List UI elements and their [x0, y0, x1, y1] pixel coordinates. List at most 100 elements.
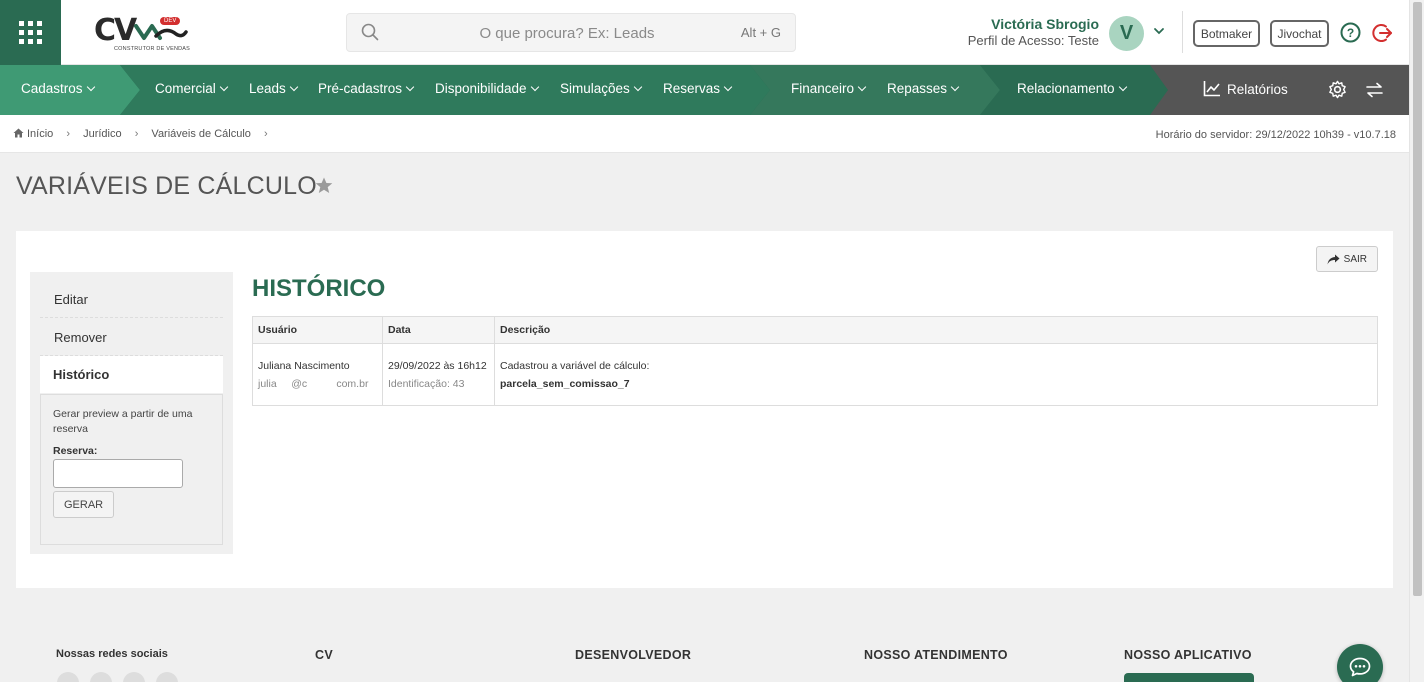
- side-menu: Editar Remover Histórico Gerar preview a…: [30, 272, 233, 554]
- content-card: SAIR Editar Remover Histórico Gerar prev…: [16, 231, 1393, 588]
- user-profile: Perfil de Acesso: Teste: [967, 33, 1099, 48]
- chevron-right-icon: ›: [66, 128, 71, 140]
- nav-relacionamento[interactable]: Relacionamento: [1017, 81, 1127, 96]
- main-nav: Cadastros Comercial Leads Pré-cadastros …: [0, 65, 1409, 115]
- side-item-editar[interactable]: Editar: [40, 281, 223, 318]
- breadcrumb-bar: Início › Jurídico › Variáveis de Cálculo…: [0, 115, 1409, 153]
- search-input[interactable]: [387, 22, 747, 44]
- avatar[interactable]: V: [1109, 16, 1144, 51]
- nav-disponibilidade[interactable]: Disponibilidade: [435, 81, 539, 96]
- cell-data: 29/09/2022 às 16h12 Identificação: 43: [382, 343, 495, 406]
- facebook-icon[interactable]: [57, 672, 79, 682]
- nav-reservas[interactable]: Reservas: [663, 81, 733, 96]
- reserva-input[interactable]: [53, 459, 183, 488]
- logo-wave-icon: [134, 24, 188, 40]
- logo-text: CV: [94, 13, 137, 48]
- app-store-badge[interactable]: [1124, 673, 1254, 682]
- breadcrumb-inicio[interactable]: Início: [27, 128, 53, 140]
- history-variable: parcela_sem_comissao_7: [500, 377, 630, 390]
- cell-descricao: Cadastrou a variável de cálculo: parcela…: [494, 343, 1378, 406]
- chevron-down-icon: [530, 82, 539, 92]
- history-identification: Identificação: 43: [388, 377, 465, 390]
- page-scrollbar[interactable]: [1409, 0, 1424, 682]
- instagram-icon[interactable]: [90, 672, 112, 682]
- gear-icon[interactable]: [1328, 80, 1347, 99]
- page-title: VARIÁVEIS DE CÁLCULO: [16, 172, 317, 200]
- home-icon[interactable]: [13, 128, 24, 138]
- chat-bubble-icon: [1349, 657, 1371, 677]
- footer: Nossas redes sociais CV DESENVOLVEDOR NO…: [0, 588, 1409, 682]
- nav-repasses[interactable]: Repasses: [887, 81, 960, 96]
- chevron-down-icon: [405, 82, 415, 92]
- chart-line-icon: [1203, 81, 1220, 97]
- footer-support-title: NOSSO ATENDIMENTO: [864, 648, 1008, 662]
- server-info: Horário do servidor: 29/12/2022 10h39 - …: [1155, 129, 1396, 141]
- cell-usuario: Juliana Nascimento julia @c com.br: [252, 343, 383, 406]
- grid-icon: [19, 21, 42, 44]
- side-item-remover[interactable]: Remover: [40, 319, 223, 356]
- nav-financeiro[interactable]: Financeiro: [791, 81, 867, 96]
- search-icon: [361, 23, 379, 41]
- youtube-icon[interactable]: [156, 672, 178, 682]
- logo-tagline: CONSTRUTOR DE VENDAS: [114, 46, 191, 52]
- footer-app-title: NOSSO APLICATIVO: [1124, 648, 1252, 662]
- logo-badge: DEV: [160, 17, 181, 25]
- chevron-right-icon: ›: [134, 128, 139, 140]
- share-arrow-icon: [1327, 254, 1340, 264]
- exit-button[interactable]: SAIR: [1315, 246, 1378, 272]
- logout-icon[interactable]: [1372, 22, 1394, 44]
- history-description: Cadastrou a variável de cálculo:: [500, 359, 650, 372]
- linkedin-icon[interactable]: [123, 672, 145, 682]
- search-shortcut: Alt + G: [740, 25, 781, 40]
- chevron-right-icon: ›: [263, 128, 268, 140]
- chevron-down-icon[interactable]: [1153, 25, 1165, 37]
- app-grid-button[interactable]: [0, 0, 61, 65]
- chevron-down-icon: [950, 82, 960, 92]
- reserva-label: Reserva:: [53, 445, 98, 457]
- column-header-usuario: Usuário: [252, 316, 383, 344]
- nav-comercial[interactable]: Comercial: [155, 81, 229, 96]
- column-header-data: Data: [382, 316, 495, 344]
- top-header: CV DEV CONSTRUTOR DE VENDAS Alt + G Vict…: [0, 0, 1409, 65]
- chat-button[interactable]: [1337, 644, 1383, 682]
- history-table: Usuário Data Descrição Juliana Nasciment…: [252, 316, 1378, 406]
- nav-relatorios[interactable]: Relatórios: [1203, 80, 1288, 97]
- nav-cadastros[interactable]: Cadastros: [21, 81, 95, 96]
- table-row: Juliana Nascimento julia @c com.br 29/09…: [252, 343, 1378, 406]
- user-name: Victória Sbrogio: [991, 16, 1099, 32]
- star-icon[interactable]: [315, 177, 333, 194]
- chevron-down-icon: [857, 82, 867, 92]
- logo[interactable]: CV DEV CONSTRUTOR DE VENDAS: [94, 13, 191, 54]
- global-search[interactable]: Alt + G: [346, 13, 796, 52]
- preview-panel: Gerar preview a partir de uma reserva Re…: [40, 394, 223, 545]
- nav-pre-cadastros[interactable]: Pré-cadastros: [318, 81, 415, 96]
- botmaker-button[interactable]: Botmaker: [1193, 20, 1260, 47]
- preview-description: Gerar preview a partir de uma reserva: [53, 408, 193, 435]
- chevron-down-icon: [1118, 82, 1127, 92]
- swap-icon[interactable]: [1366, 82, 1383, 98]
- breadcrumb-variaveis[interactable]: Variáveis de Cálculo: [151, 128, 250, 140]
- breadcrumb-juridico[interactable]: Jurídico: [83, 128, 122, 140]
- exit-label: SAIR: [1343, 253, 1367, 265]
- generate-button[interactable]: GERAR: [53, 491, 115, 518]
- side-item-historico[interactable]: Histórico: [40, 356, 223, 393]
- table-header-row: Usuário Data Descrição: [252, 316, 1378, 344]
- nav-leads[interactable]: Leads: [249, 81, 299, 96]
- scrollbar-thumb[interactable]: [1413, 2, 1422, 596]
- jivochat-button[interactable]: Jivochat: [1270, 20, 1329, 47]
- footer-social-title: Nossas redes sociais: [56, 648, 168, 660]
- help-icon[interactable]: ?: [1340, 22, 1361, 43]
- footer-dev-title: DESENVOLVEDOR: [575, 648, 692, 662]
- user-info[interactable]: Victória Sbrogio Perfil de Acesso: Teste: [968, 16, 1099, 49]
- chevron-down-icon: [723, 82, 733, 92]
- history-user-name: Juliana Nascimento: [258, 359, 350, 372]
- svg-text:?: ?: [1347, 26, 1354, 40]
- nav-simulacoes[interactable]: Simulações: [560, 81, 643, 96]
- history-title: HISTÓRICO: [252, 275, 386, 302]
- chevron-down-icon: [633, 82, 643, 92]
- chevron-down-icon: [86, 82, 95, 92]
- header-divider: [1182, 11, 1183, 53]
- history-date: 29/09/2022 às 16h12: [388, 359, 487, 372]
- chevron-down-icon: [219, 82, 229, 92]
- chevron-down-icon: [289, 82, 299, 92]
